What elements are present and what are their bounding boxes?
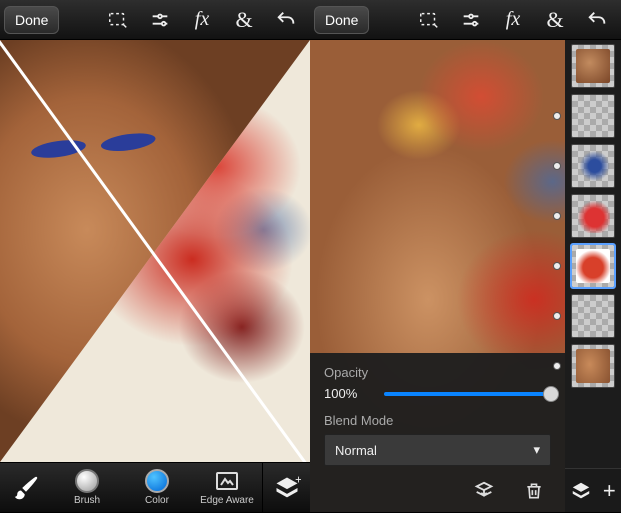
layer-row-1[interactable] [565, 42, 621, 90]
adjust-icon[interactable] [140, 0, 180, 40]
merge-down-icon[interactable] [471, 478, 497, 504]
undo-icon[interactable] [266, 0, 306, 40]
visibility-toggle[interactable] [553, 162, 561, 170]
opacity-slider-thumb[interactable] [543, 386, 559, 402]
mode-color-label: Color [145, 495, 169, 506]
undo-icon[interactable] [577, 0, 617, 40]
layer-row-3[interactable] [565, 142, 621, 190]
layer-row-7[interactable] [565, 342, 621, 390]
visibility-toggle[interactable] [553, 212, 561, 220]
ampersand-icon[interactable]: & [224, 0, 264, 40]
top-toolbar: Done fx & [0, 0, 310, 40]
done-button[interactable]: Done [4, 6, 59, 34]
layer-thumb-1[interactable] [571, 44, 615, 88]
visibility-toggle[interactable] [553, 262, 561, 270]
visibility-toggle[interactable] [553, 362, 561, 370]
layers-panel: + [565, 40, 621, 512]
edge-aware-icon [215, 469, 239, 493]
mode-brush[interactable]: Brush [52, 463, 122, 513]
ampersand-icon[interactable]: & [535, 0, 575, 40]
mode-edge-label: Edge Aware [200, 495, 254, 506]
mode-brush-label: Brush [74, 495, 100, 506]
blend-mode-label: Blend Mode [324, 413, 551, 428]
add-layer-icon[interactable]: + [603, 478, 616, 504]
layer-row-2[interactable] [565, 92, 621, 140]
layer-thumb-6[interactable] [571, 294, 615, 338]
color-swatch-icon [145, 469, 169, 493]
screen-right: Done fx & Opacity 100% Blend Mode Normal… [310, 0, 621, 512]
layer-row-6[interactable] [565, 292, 621, 340]
layer-thumb-2[interactable] [571, 94, 615, 138]
fx-icon[interactable]: fx [182, 0, 222, 40]
blend-mode-value: Normal [335, 443, 377, 458]
top-toolbar: Done fx & [310, 0, 621, 40]
opacity-value: 100% [324, 386, 374, 401]
bottom-toolbar: Brush Color Edge Aware + [0, 462, 310, 512]
layer-thumb-5[interactable] [571, 244, 615, 288]
trash-icon[interactable] [521, 478, 547, 504]
layers-stack-icon[interactable] [570, 480, 592, 502]
selection-icon[interactable] [409, 0, 449, 40]
visibility-toggle[interactable] [553, 112, 561, 120]
fx-icon[interactable]: fx [493, 0, 533, 40]
done-button[interactable]: Done [314, 6, 369, 34]
canvas-split-preview[interactable] [0, 40, 310, 462]
selection-icon[interactable] [98, 0, 138, 40]
visibility-toggle[interactable] [553, 312, 561, 320]
blend-mode-select[interactable]: Normal ▾ [324, 434, 551, 466]
layer-row-5[interactable] [565, 242, 621, 290]
adjust-icon[interactable] [451, 0, 491, 40]
layers-button[interactable]: + [262, 463, 310, 513]
layer-row-4[interactable] [565, 192, 621, 240]
layer-thumb-3[interactable] [571, 144, 615, 188]
chevron-down-icon: ▾ [533, 442, 540, 458]
brush-tool-icon[interactable] [0, 463, 52, 513]
layers-footer: + [565, 468, 621, 512]
layer-thumb-4[interactable] [571, 194, 615, 238]
layer-thumb-7[interactable] [571, 344, 615, 388]
screen-left: Done fx & Brush Color [0, 0, 310, 512]
layer-properties-panel: Opacity 100% Blend Mode Normal ▾ [310, 353, 565, 512]
opacity-slider[interactable] [384, 392, 551, 396]
brush-swatch-icon [75, 469, 99, 493]
svg-text:+: + [295, 474, 301, 486]
mode-edge-aware[interactable]: Edge Aware [192, 463, 262, 513]
opacity-label: Opacity [324, 365, 551, 380]
mode-color[interactable]: Color [122, 463, 192, 513]
